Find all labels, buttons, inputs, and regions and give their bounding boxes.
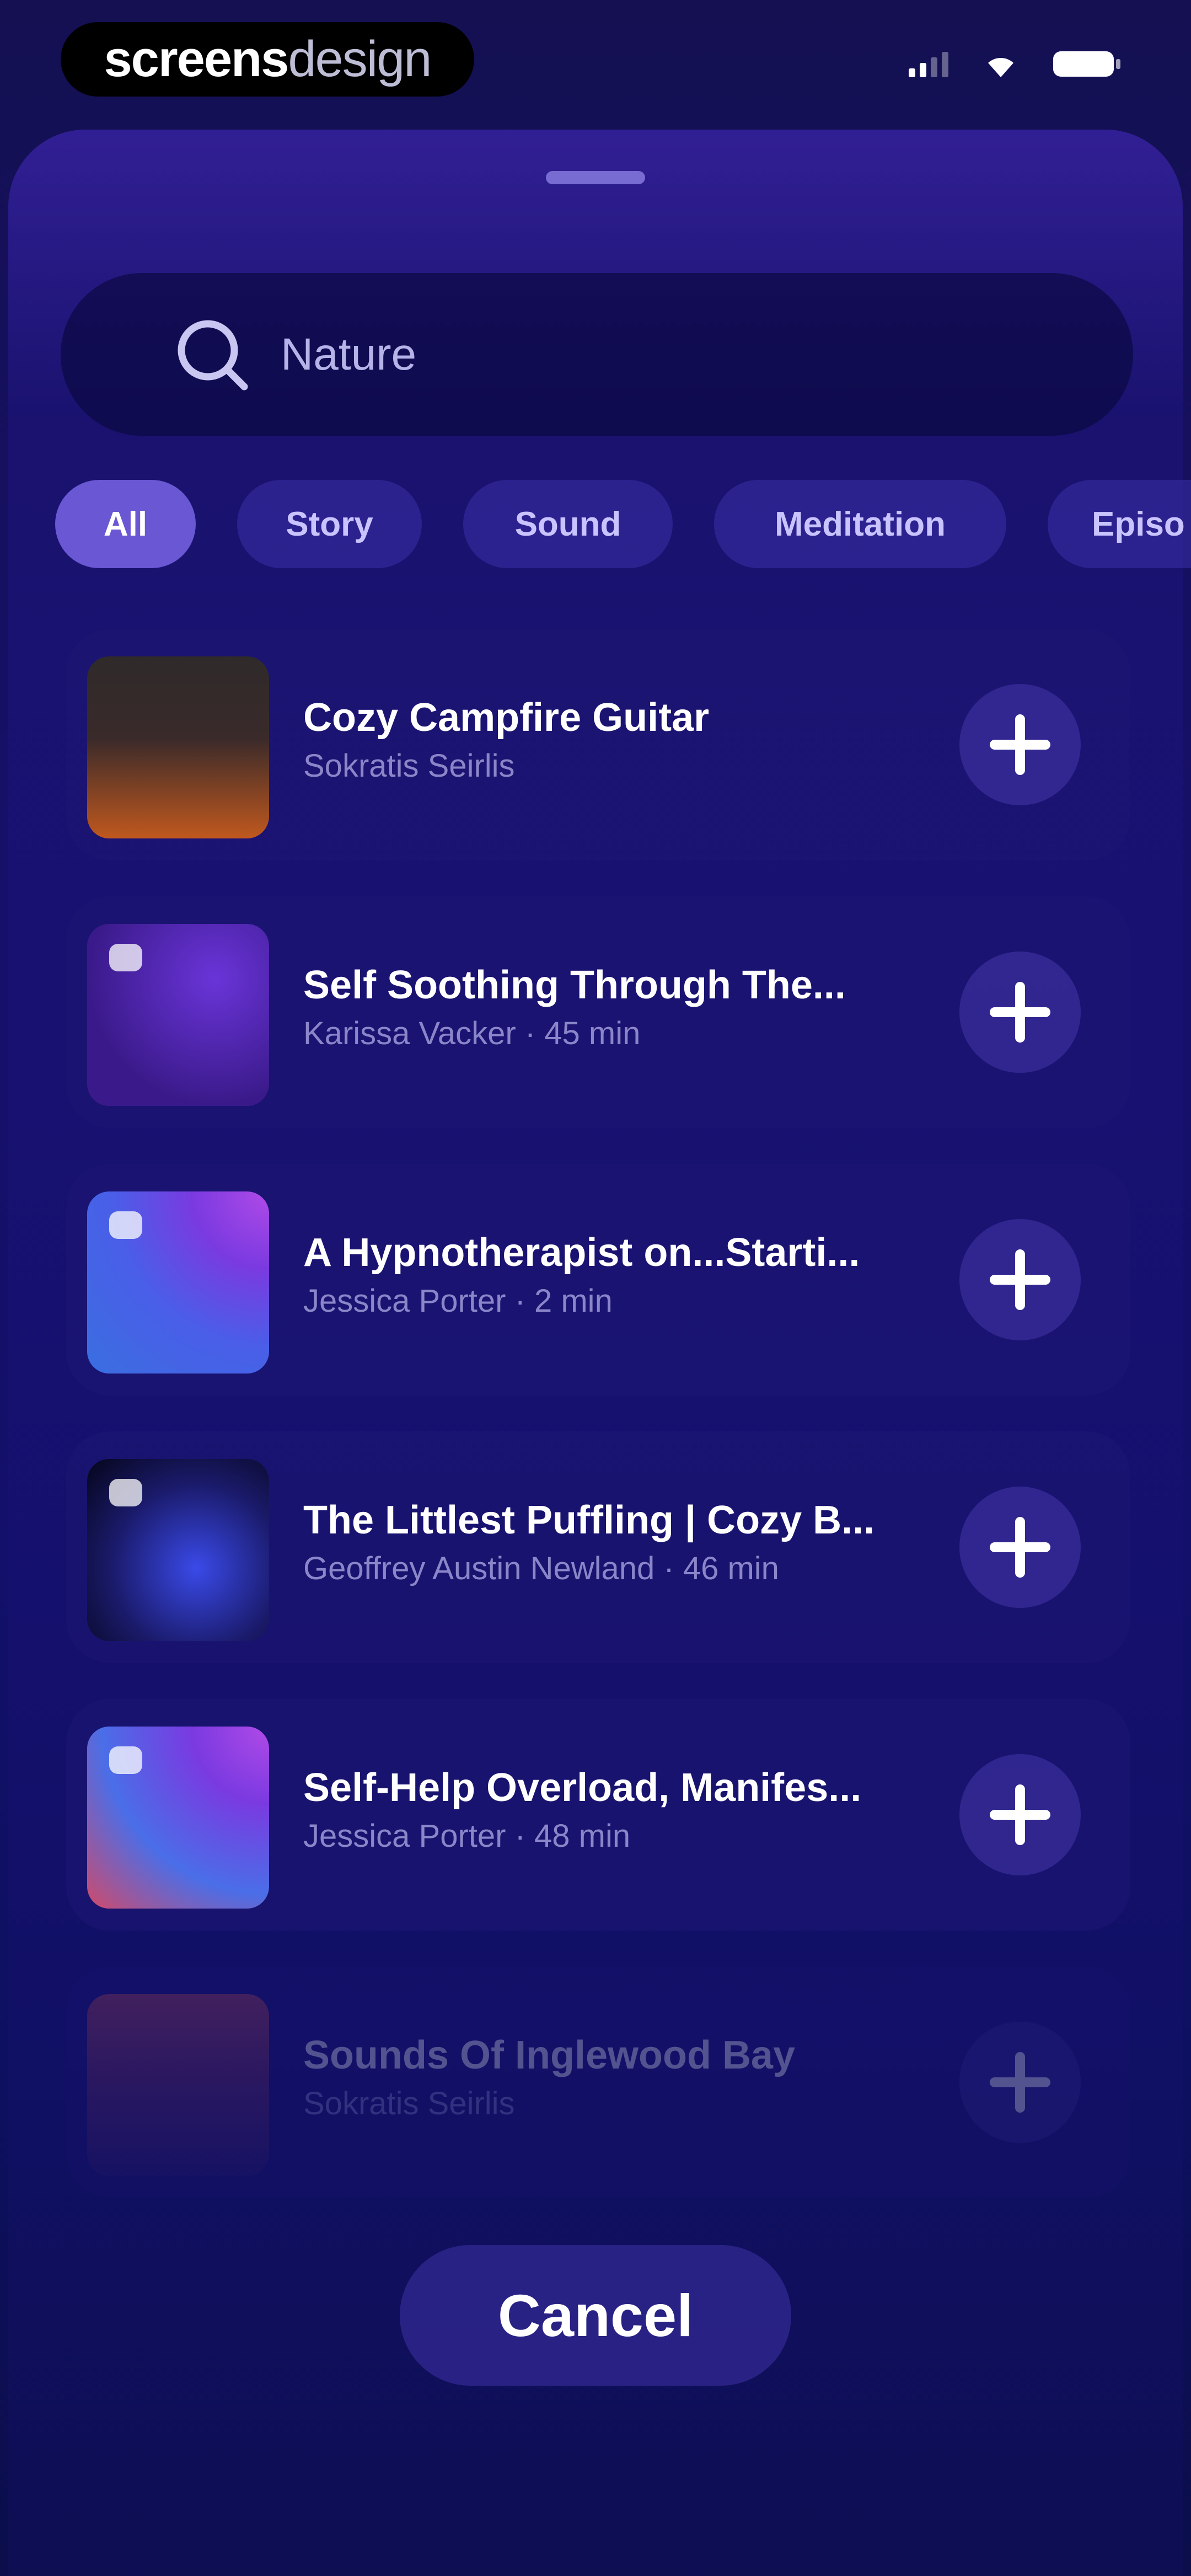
cloud-icon <box>109 944 142 971</box>
search-input[interactable]: Nature <box>281 329 416 381</box>
item-subtitle: Sokratis Seirlis <box>303 748 515 784</box>
filter-chip-episodes[interactable]: Episo <box>1048 480 1191 568</box>
item-subtitle: Geoffrey Austin Newland · 46 min <box>303 1551 779 1586</box>
plus-icon <box>990 1784 1050 1845</box>
wifi-icon <box>988 58 1013 77</box>
plus-icon <box>990 982 1050 1043</box>
item-title: Cozy Campfire Guitar <box>303 696 710 740</box>
add-button[interactable] <box>959 1487 1081 1608</box>
plus-icon <box>990 1517 1050 1578</box>
search-bar[interactable]: Nature <box>61 273 1133 436</box>
filter-chip-meditation[interactable]: Meditation <box>714 480 1006 568</box>
item-title: Self Soothing Through The... <box>303 963 846 1007</box>
item-title: Sounds Of Inglewood Bay <box>303 2033 796 2077</box>
item-artwork <box>87 656 269 838</box>
item-subtitle: Karissa Vacker · 45 min <box>303 1016 641 1051</box>
sheet-drag-handle[interactable] <box>546 171 645 184</box>
plus-icon <box>990 714 1050 775</box>
add-button[interactable] <box>959 952 1081 1073</box>
list-item[interactable]: The Littlest Puffling | Cozy B... Geoffr… <box>66 1431 1130 1663</box>
filter-chips: All Story Sound Meditation Episo <box>55 480 1191 574</box>
filter-chip-all[interactable]: All <box>55 480 196 568</box>
mug-icon <box>109 1479 142 1506</box>
add-button[interactable] <box>959 1219 1081 1340</box>
brand-logo-bold: screens <box>104 31 289 87</box>
item-subtitle: Jessica Porter · 2 min <box>303 1283 613 1319</box>
item-artwork <box>87 1459 269 1641</box>
list-item[interactable]: Cozy Campfire Guitar Sokratis Seirlis <box>66 629 1130 861</box>
list-item[interactable]: Sounds Of Inglewood Bay Sokratis Seirlis <box>66 1966 1130 2198</box>
chat-bubble-icon <box>109 1211 142 1239</box>
add-button[interactable] <box>959 684 1081 805</box>
chat-bubble-icon <box>109 1746 142 1774</box>
cancel-button[interactable]: Cancel <box>400 2245 791 2386</box>
item-artwork <box>87 1191 269 1373</box>
add-button[interactable] <box>959 2022 1081 2143</box>
item-title: Self-Help Overload, Manifes... <box>303 1766 862 1810</box>
filter-chip-sound[interactable]: Sound <box>463 480 673 568</box>
item-subtitle: Sokratis Seirlis <box>303 2086 515 2121</box>
brand-logo: screens design <box>61 22 474 97</box>
status-icons <box>909 50 1120 78</box>
item-artwork <box>87 1727 269 1909</box>
item-subtitle: Jessica Porter · 48 min <box>303 1818 631 1854</box>
add-button[interactable] <box>959 1754 1081 1875</box>
item-artwork <box>87 1994 269 2176</box>
battery-icon <box>1053 51 1120 77</box>
list-item[interactable]: Self Soothing Through The... Karissa Vac… <box>66 896 1130 1128</box>
item-artwork <box>87 924 269 1106</box>
search-icon <box>178 320 248 390</box>
plus-icon <box>990 1249 1050 1310</box>
item-title: A Hypnotherapist on...Starti... <box>303 1231 860 1275</box>
list-item[interactable]: Self-Help Overload, Manifes... Jessica P… <box>66 1699 1130 1931</box>
plus-icon <box>990 2052 1050 2113</box>
brand-logo-light: design <box>288 31 432 87</box>
cellular-signal-icon <box>909 51 948 77</box>
item-title: The Littlest Puffling | Cozy B... <box>303 1498 875 1542</box>
status-bar: screens design <box>0 0 1191 132</box>
filter-chip-story[interactable]: Story <box>237 480 422 568</box>
list-item[interactable]: A Hypnotherapist on...Starti... Jessica … <box>66 1164 1130 1396</box>
